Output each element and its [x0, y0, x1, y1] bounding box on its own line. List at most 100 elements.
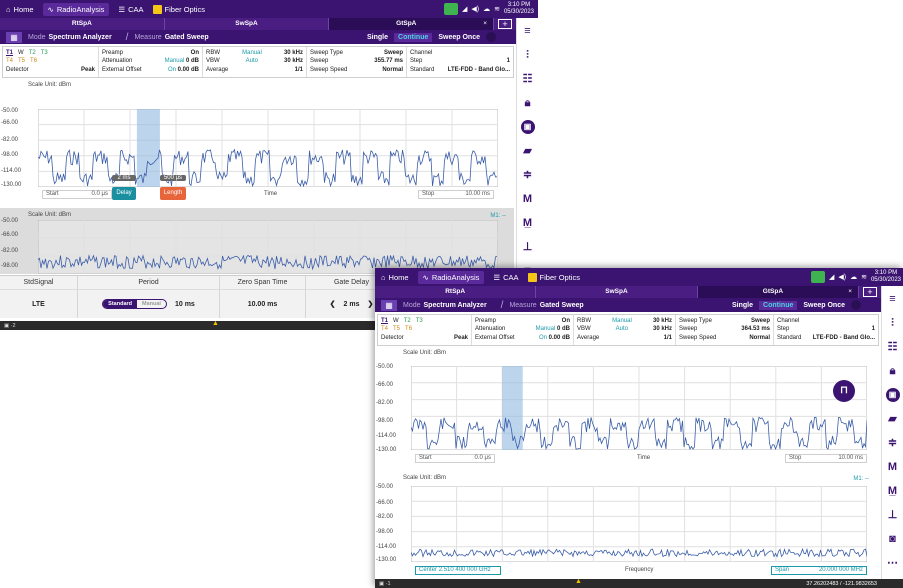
measure-value[interactable]: Gated Sweep — [540, 302, 584, 309]
app-grid-icon[interactable]: ▦ — [381, 299, 397, 311]
trace-graph — [411, 366, 867, 450]
status-icons: ◢ ◀) ☁ ≋ 3:10 PM 05/30/2023 — [810, 270, 901, 284]
decrease-icon[interactable]: ❮ — [330, 300, 336, 308]
marker-list-icon[interactable]: M̲ — [521, 216, 535, 230]
trace-settings[interactable]: T1 W T2 T3 T4 T5 T6 Detector Peak — [378, 315, 472, 345]
time-domain-plot[interactable]: Scale Unit: dBm -50.00 -66.00 -82.00 -98… — [375, 350, 879, 468]
sweep-once-button[interactable]: Sweep Once — [803, 302, 845, 309]
single-button[interactable]: Single — [732, 302, 753, 309]
period-key[interactable]: Period Standard Manual 10 ms — [78, 276, 220, 318]
frequency-plot[interactable]: Scale Unit: dBm M1: -- -50.00 -66.00 -82… — [375, 472, 879, 578]
fiber-optics-icon — [527, 272, 537, 282]
continue-button[interactable]: Continue — [759, 300, 798, 310]
increase-icon[interactable]: ❯ — [367, 300, 373, 308]
start-field[interactable]: Start 0.0 μs — [42, 190, 112, 199]
home-icon: ⌂ — [6, 4, 11, 14]
period-toggle[interactable]: Standard Manual — [102, 299, 167, 309]
clock: 3:10 PM 05/30/2023 — [870, 270, 901, 283]
warning-icon[interactable]: ▲ — [575, 578, 582, 585]
save-icon[interactable]: ▣ — [885, 388, 900, 402]
gate-icon[interactable]: ⊓ — [833, 380, 855, 402]
trace-settings[interactable]: T1 W T2 T3 T4 T5 T6 Detector Peak — [3, 47, 99, 77]
length-handle[interactable]: Length — [160, 187, 186, 200]
close-tab-icon[interactable]: × — [483, 18, 487, 30]
tab-rtspa[interactable]: RtSpA — [375, 286, 537, 298]
frequency-plot[interactable]: Scale Unit: dBm M1: -- -50.00 -66.00 -82… — [0, 208, 514, 274]
channel-settings[interactable]: Channel Step 1 Standard LTE-FDD - Band Glo… — [774, 315, 878, 345]
radio-analysis-tab[interactable]: ∿ RadioAnalysis — [417, 270, 485, 284]
marker-list-icon[interactable]: M̲ — [886, 484, 900, 498]
continue-button[interactable]: Continue — [394, 32, 433, 42]
tab-swspa[interactable]: SwSpA — [165, 18, 330, 30]
list-icon[interactable]: ☷ — [521, 72, 535, 86]
parameter-panel: T1 W T2 T3 T4 T5 T6 Detector Peak Preamp On Att… — [2, 46, 514, 78]
spectrum-graph — [411, 486, 867, 562]
record-icon[interactable] — [486, 32, 496, 42]
volume-icon: ◀) — [838, 274, 847, 281]
close-tab-icon[interactable]: × — [848, 286, 852, 298]
center-field[interactable]: Center 2.510 400 000 GHz — [415, 566, 501, 575]
mode-value[interactable]: Spectrum Analyzer — [49, 34, 112, 41]
battery-icon — [810, 271, 825, 283]
mode-value[interactable]: Spectrum Analyzer — [424, 302, 487, 309]
zero-span-key[interactable]: Zero Span Time 10.00 ms — [220, 276, 306, 318]
sweep-settings[interactable]: Sweep Type Sweep Sweep 355.77 ms Sweep Spe… — [307, 47, 407, 77]
radio-analysis-tab[interactable]: ∿ RadioAnalysis — [42, 2, 110, 16]
warning-icon[interactable]: ▲ — [212, 320, 219, 327]
spectrum-graph — [38, 220, 498, 274]
radio-analysis-icon: ∿ — [47, 4, 54, 14]
save-icon[interactable]: ▣ — [520, 120, 535, 134]
peak-icon[interactable]: ⊥ — [521, 240, 535, 254]
peak-icon[interactable]: ⊥ — [886, 508, 900, 522]
fiber-optics-tab[interactable]: Fiber Optics — [527, 272, 580, 282]
mode-bar: ▦ Mode Spectrum Analyzer / Measure Gated S… — [0, 30, 516, 44]
folder-icon[interactable]: ▰ — [886, 412, 900, 426]
lock-icon[interactable]: 🔒︎ — [521, 96, 535, 110]
tab-swspa[interactable]: SwSpA — [536, 286, 698, 298]
menu-icon[interactable]: ≡ — [521, 24, 535, 38]
sweep-once-button[interactable]: Sweep Once — [438, 34, 480, 41]
stop-field[interactable]: Stop 10.00 ms — [418, 190, 494, 199]
add-tab-button[interactable]: + — [498, 19, 513, 29]
settings-sliders-icon[interactable]: ⫶ — [521, 48, 535, 62]
home-tab[interactable]: ⌂ Home — [6, 5, 34, 14]
bandwidth-settings[interactable]: RBW Manual 30 kHz VBW Auto 30 kHz Average 1/1 — [574, 315, 676, 345]
caa-tab[interactable]: ☰ CAA — [118, 5, 143, 14]
stop-field[interactable]: Stop 10.00 ms — [785, 454, 867, 463]
status-bar: ▣ ·1 37.26202483 / -121.9832653 — [375, 579, 903, 588]
channel-settings[interactable]: Channel Step 1 Standard LTE-FDD - Band Glo… — [407, 47, 513, 77]
amplitude-settings[interactable]: Preamp On Attenuation Manual 0 dB External… — [472, 315, 574, 345]
list-icon[interactable]: ☷ — [886, 340, 900, 354]
start-field[interactable]: Start 0.0 μs — [415, 454, 495, 463]
menu-icon[interactable]: ≡ — [886, 292, 900, 306]
tab-gtspa[interactable]: GtSpA × — [329, 18, 495, 30]
measure-value[interactable]: Gated Sweep — [165, 34, 209, 41]
span-field[interactable]: Span 20.000 000 MHz — [771, 566, 867, 575]
more-icon[interactable]: ⋯ — [886, 556, 900, 570]
split-icon[interactable]: ≑ — [521, 168, 535, 182]
add-tab-button[interactable]: + — [862, 287, 877, 297]
single-button[interactable]: Single — [367, 34, 388, 41]
fiber-optics-tab[interactable]: Fiber Optics — [152, 4, 205, 14]
split-icon[interactable]: ≑ — [886, 436, 900, 450]
record-icon[interactable] — [851, 300, 861, 310]
battery-icon — [443, 3, 458, 15]
delay-handle[interactable]: Delay — [112, 187, 136, 200]
tab-rtspa[interactable]: RtSpA — [0, 18, 165, 30]
std-signal-key[interactable]: StdSignal LTE — [0, 276, 78, 318]
caa-tab[interactable]: ☰ CAA — [493, 273, 518, 282]
app-tabs: RtSpA SwSpA GtSpA × + — [375, 286, 881, 298]
marker-icon[interactable]: M — [521, 192, 535, 206]
home-tab[interactable]: ⌂ Home — [381, 273, 409, 282]
folder-icon[interactable]: ▰ — [521, 144, 535, 158]
amplitude-settings[interactable]: Preamp On Attenuation Manual 0 dB External… — [99, 47, 203, 77]
camera-icon[interactable]: ◙ — [886, 532, 900, 546]
marker-icon[interactable]: M — [886, 460, 900, 474]
sweep-settings[interactable]: Sweep Type Sweep Sweep 364.53 ms Sweep Spe… — [676, 315, 774, 345]
bandwidth-settings[interactable]: RBW Manual 30 kHz VBW Auto 30 kHz Average 1/1 — [203, 47, 307, 77]
tab-gtspa[interactable]: GtSpA × — [697, 286, 859, 298]
app-grid-icon[interactable]: ▦ — [6, 31, 22, 43]
time-domain-plot[interactable]: Scale Unit: dBm -50.00 -66.00 -82.00 -98… — [0, 82, 514, 204]
settings-sliders-icon[interactable]: ⫶ — [886, 316, 900, 330]
lock-icon[interactable]: 🔒︎ — [886, 364, 900, 378]
